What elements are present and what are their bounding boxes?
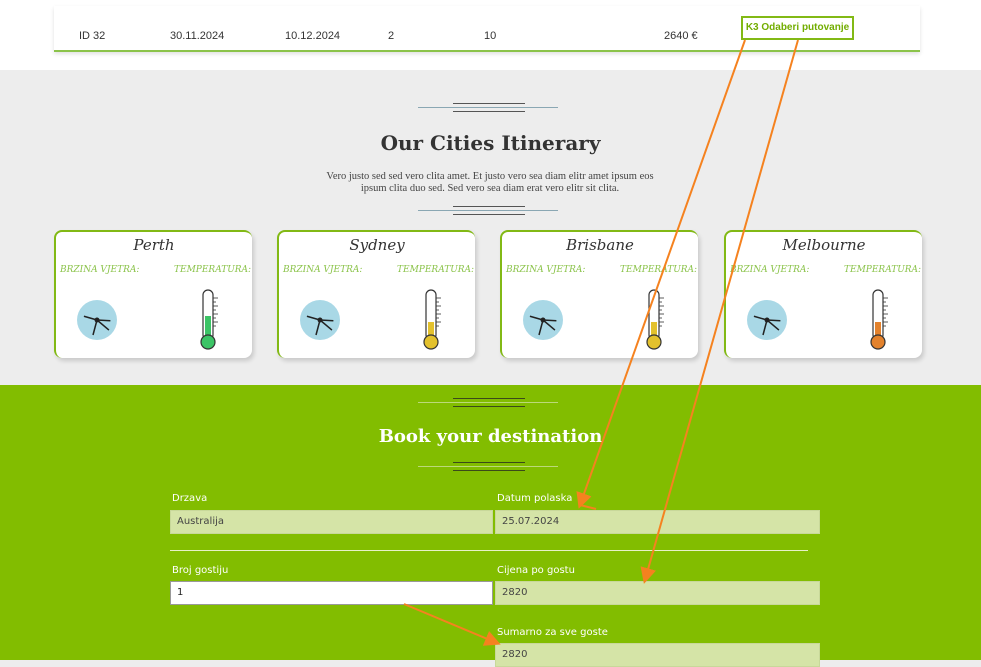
wind-label: BRZINA VJETRA:: [60, 265, 140, 275]
wind-label: BRZINA VJETRA:: [730, 265, 810, 275]
booking-title: Book your destination: [378, 426, 603, 447]
trip-end-date: 10.12.2024: [285, 30, 341, 42]
city-name: Brisbane: [566, 236, 634, 254]
wind-label: BRZINA VJETRA:: [283, 265, 363, 275]
drzava-field[interactable]: Australija: [170, 510, 493, 534]
city-card: Brisbane BRZINA VJETRA: TEMPERATURA:: [500, 230, 698, 358]
datum-polaska-field[interactable]: 25.07.2024: [495, 510, 820, 534]
temp-label: TEMPERATURA:: [620, 265, 698, 275]
cijena-po-gostu-field[interactable]: 2820: [495, 581, 820, 605]
datum-label: Datum polaska: [497, 493, 573, 504]
title-decoration: [418, 107, 558, 108]
thermometer-icon: [200, 289, 218, 350]
itinerary-description: Vero justo sed sed vero clita amet. Et j…: [310, 171, 670, 195]
thermometer-icon: [646, 289, 664, 350]
sumarno-field[interactable]: 2820: [495, 643, 820, 667]
description-line: Vero justo sed sed vero clita amet. Et j…: [326, 171, 654, 182]
city-name: Melbourne: [782, 236, 866, 254]
trip-price: 2640 €: [664, 30, 698, 42]
title-decoration: [453, 406, 525, 407]
wind-fan-icon: [77, 300, 117, 340]
gosti-label: Broj gostiju: [172, 565, 229, 576]
trip-col5: 10: [484, 30, 497, 42]
select-trip-button[interactable]: K3 Odaberi putovanje: [741, 16, 854, 40]
description-line: ipsum clita duo sed. Sed vero sea diam e…: [360, 183, 620, 194]
title-decoration: [418, 210, 558, 211]
thermometer-icon: [870, 289, 888, 350]
title-decoration: [453, 111, 525, 112]
title-decoration: [453, 103, 525, 104]
city-name: Sydney: [349, 236, 405, 254]
city-card: Melbourne BRZINA VJETRA: TEMPERATURA:: [724, 230, 922, 358]
title-decoration: [453, 214, 525, 215]
cijena-label: Cijena po gostu: [497, 565, 575, 576]
title-decoration: [418, 466, 558, 467]
title-decoration: [418, 402, 558, 403]
wind-label: BRZINA VJETRA:: [506, 265, 586, 275]
itinerary-title: Our Cities Itinerary: [380, 131, 601, 155]
city-name: Perth: [133, 236, 175, 254]
wind-fan-icon: [747, 300, 787, 340]
city-card: Perth BRZINA VJETRA: TEMPERATURA:: [54, 230, 252, 358]
title-decoration: [453, 206, 525, 207]
drzava-label: Drzava: [172, 493, 208, 504]
thermometer-icon: [423, 289, 441, 350]
title-decoration: [453, 462, 525, 463]
temp-label: TEMPERATURA:: [174, 265, 252, 275]
city-card: Sydney BRZINA VJETRA: TEMPERATURA:: [277, 230, 475, 358]
trip-id: ID 32: [79, 30, 106, 42]
temp-label: TEMPERATURA:: [397, 265, 475, 275]
temp-label: TEMPERATURA:: [844, 265, 922, 275]
form-divider: [170, 550, 808, 551]
wind-fan-icon: [523, 300, 563, 340]
sumarno-label: Sumarno za sve goste: [497, 627, 608, 638]
trip-col4: 2: [388, 30, 395, 42]
broj-gostiju-input[interactable]: 1: [170, 581, 493, 605]
trip-start-date: 30.11.2024: [170, 30, 225, 42]
title-decoration: [453, 398, 525, 399]
wind-fan-icon: [300, 300, 340, 340]
title-decoration: [453, 470, 525, 471]
